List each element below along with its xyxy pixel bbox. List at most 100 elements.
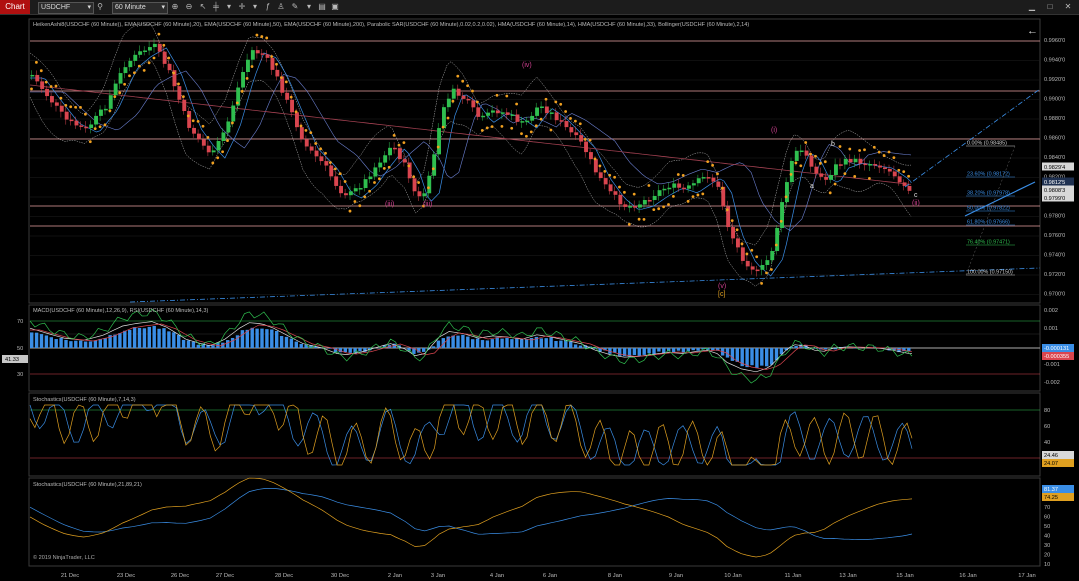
sar-dot [569,117,572,120]
sar-dot [848,147,852,151]
sar-dot [309,131,313,135]
macd-histogram-bar [510,339,514,348]
stoch2-axis-tick: 20 [1044,553,1050,559]
chevron-down-icon[interactable]: ▾ [304,2,314,12]
magnify-icon[interactable]: ⚲ [95,2,105,12]
sar-dot [211,161,215,165]
chart-canvas[interactable]: 0.00% (0.98485)23.60% (0.98172)38.20% (0… [0,15,1079,581]
macd-histogram-bar [93,340,98,348]
stoch2-axis: 70 60 50 40 30 20 10 81.37 74.25 [1042,485,1074,568]
zoom-out-icon[interactable]: ⊖ [184,2,194,12]
heiken-ashi-candle [358,188,363,190]
macd-histogram-bar [559,340,563,348]
macd-histogram-bar [181,339,186,348]
maximize-icon[interactable]: □ [1045,2,1055,12]
heiken-ashi-candle [775,228,780,252]
macd-histogram-bar [358,348,362,352]
macd-histogram-bar [230,337,235,348]
heiken-ashi-candle [863,163,868,166]
sar-dot [113,95,117,99]
heiken-ashi-candle [530,115,535,121]
heiken-ashi-candle [598,172,603,179]
time-axis-tick: 10 Jan [724,573,741,579]
sar-dot [794,161,798,165]
chart-tab[interactable]: Chart [0,0,30,14]
bar-style-icon[interactable]: ╪ [211,2,221,12]
sar-dot [49,85,53,88]
templates-icon[interactable]: ▤ [317,2,327,12]
chevron-down-icon[interactable]: ▾ [224,2,234,12]
macd-histogram-bar [642,348,646,355]
heiken-ashi-candle [789,160,794,183]
back-arrow-icon[interactable]: ← [1027,25,1038,37]
heiken-ashi-candle [373,167,378,177]
time-axis-tick: 3 Jan [431,573,445,579]
indicators-icon[interactable]: ƒ [263,2,273,12]
macd-histogram-bar [265,329,269,348]
sar-dot [730,219,734,223]
interval-selector[interactable]: 60 Minute ▾ [112,2,168,14]
heiken-ashi-candle [211,150,216,153]
stoch1-axis-tick: 40 [1044,440,1050,446]
heiken-ashi-candle [40,81,45,89]
sar-dot [544,97,548,101]
heiken-ashi-candle [657,190,662,196]
heiken-ashi-candle [152,43,157,48]
sar-dot [98,125,102,129]
heiken-ashi-candle [829,174,833,180]
macd-histogram-bar [755,348,759,369]
chevron-down-icon[interactable]: ▾ [250,2,260,12]
macd-histogram-bar [794,346,798,348]
sar-dot [240,89,244,93]
zoom-in-icon[interactable]: ⊕ [170,2,180,12]
sar-dot [133,71,136,75]
sar-dot [515,102,518,106]
macd-histogram-bar [103,338,107,348]
trendlines [129,88,1041,303]
sar-dot [789,172,793,176]
heiken-ashi-candle [682,187,686,190]
minimize-icon[interactable]: ▁ [1027,2,1037,12]
heiken-ashi-candle [907,185,912,191]
sar-dot [59,96,63,100]
heiken-ashi-candle [324,161,329,166]
macd-histogram-bar [132,327,137,348]
macd-histogram-bar [569,341,573,348]
stoch1-tag2-value: 24.07 [1044,461,1058,467]
heiken-ashi-candle [432,154,437,176]
properties-icon[interactable]: ▣ [330,2,340,12]
macd-histogram-bar [157,328,161,348]
fib-level-label: 76.40% (0.97471) [967,240,1010,246]
pointer-icon[interactable]: ↖ [198,2,208,12]
sar-dot [54,84,58,88]
close-icon[interactable]: ✕ [1063,2,1073,12]
heiken-ashi-candle [652,195,657,201]
sar-dot [529,130,533,134]
heiken-ashi-candle [549,112,554,114]
heiken-ashi-candle [628,206,633,208]
sar-dot [627,222,631,226]
macd-histogram-bar [44,335,49,348]
heiken-ashi-candle [84,126,89,129]
heiken-ashi-candle [270,57,275,70]
macd-histogram-bar [142,328,147,348]
macd-histogram-bar [456,335,460,348]
heiken-ashi-candle [902,182,907,186]
sar-dot [819,161,822,165]
sar-dot [172,71,176,75]
sar-dot [226,139,229,143]
sar-dot [177,82,180,86]
sar-dot [378,177,381,181]
stoch2-k-line [29,488,913,540]
sar-dot [123,82,126,86]
instrument-selector[interactable]: USDCHF ▾ [38,2,94,14]
macd-histogram-bar [59,338,63,348]
heiken-ashi-candle [417,191,422,197]
macd-histogram-bar [128,329,132,348]
price-panel-frame [28,18,1041,304]
price-axis-tick: 0.9720'0 [1044,272,1065,278]
macd-histogram-bar [118,333,122,348]
drawing-tools-icon[interactable]: ✎ [290,2,300,12]
crosshair-icon[interactable]: ✛ [237,2,247,12]
strategies-icon[interactable]: ♙ [276,2,286,12]
